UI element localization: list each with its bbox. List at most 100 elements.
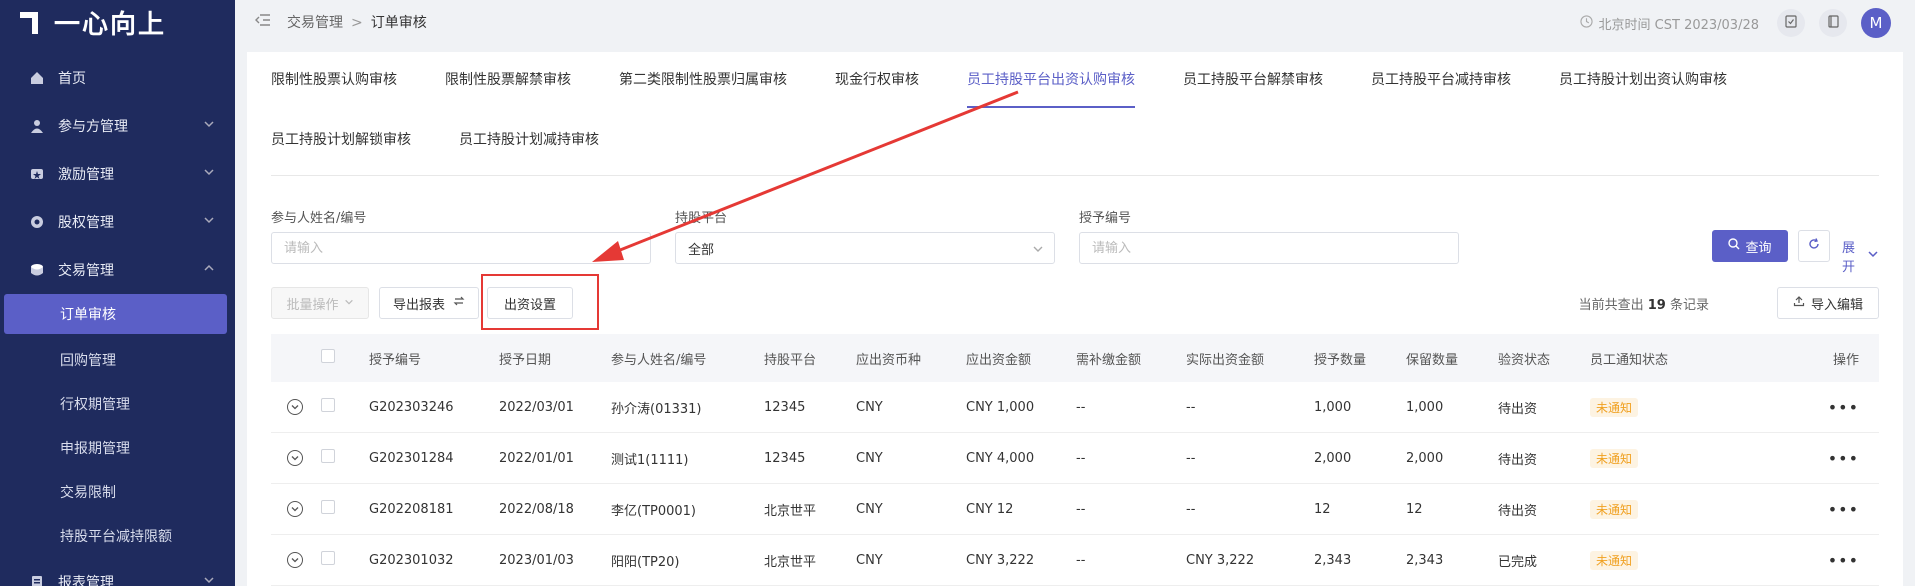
header-cell: 应出资金额	[966, 352, 1032, 368]
cell-currency: CNY	[856, 501, 883, 517]
cell-platform: 北京世平	[764, 503, 817, 519]
row-expand-button[interactable]	[271, 399, 321, 415]
checkbox[interactable]	[321, 398, 335, 412]
cell-reserved: 2,343	[1406, 552, 1444, 568]
cell-grant-no: G202301284	[369, 450, 454, 466]
participant-input[interactable]	[271, 232, 651, 264]
cell-name: 李亿(TP0001)	[611, 503, 697, 519]
checkbox[interactable]	[321, 551, 335, 565]
sidebar-item-participants[interactable]: 参与方管理	[0, 102, 235, 150]
row-expand-button[interactable]	[271, 552, 321, 568]
tab-restricted-subscribe[interactable]: 限制性股票认购审核	[271, 52, 397, 108]
tab-class2-vesting[interactable]: 第二类限制性股票归属审核	[619, 52, 787, 108]
cell-amount: CNY 1,000	[966, 399, 1035, 415]
import-edit-button[interactable]: 导入编辑	[1777, 287, 1879, 319]
sidebar-nav: 首页 参与方管理 激励管理 股权管理 交易管理 订单审核 回购管理 行权期管理 …	[0, 54, 235, 586]
header-cell: 参与人姓名/编号	[611, 352, 707, 368]
more-icon[interactable]: •••	[1828, 398, 1859, 417]
upload-icon	[1793, 295, 1805, 311]
sidebar-subitem-exercise-period[interactable]: 行权期管理	[0, 382, 235, 426]
row-select[interactable]	[321, 449, 369, 467]
more-icon[interactable]: •••	[1828, 551, 1859, 570]
scrollbar-track[interactable]	[1903, 52, 1915, 586]
more-icon[interactable]: •••	[1828, 500, 1859, 519]
cell-qty: 2,000	[1314, 450, 1352, 466]
cell-notice: 未通知	[1590, 550, 1740, 570]
sidebar-item-equity[interactable]: 股权管理	[0, 198, 235, 246]
checkbox[interactable]	[321, 349, 335, 363]
avatar[interactable]: M	[1861, 8, 1891, 38]
header-select-all[interactable]	[321, 349, 369, 367]
sidebar-item-reports[interactable]: 报表管理	[0, 558, 235, 586]
export-button[interactable]: 导出报表	[379, 287, 479, 319]
search-icon	[1728, 238, 1740, 254]
home-icon	[28, 69, 46, 87]
logo: 一心向上	[0, 0, 235, 44]
sidebar-item-trade[interactable]: 交易管理	[0, 246, 235, 294]
users-icon	[28, 117, 46, 135]
cell-name: 阳阳(TP20)	[611, 554, 680, 570]
tab-restricted-unlock[interactable]: 限制性股票解禁审核	[445, 52, 571, 108]
topbar-right: 北京时间 CST 2023/03/28 M	[1579, 8, 1891, 38]
row-expand-button[interactable]	[271, 450, 321, 466]
platform-select[interactable]: 全部	[675, 232, 1055, 264]
sidebar-subitem-order-review[interactable]: 订单审核	[4, 294, 227, 334]
sidebar-subitem-buyback[interactable]: 回购管理	[0, 338, 235, 382]
table-row: G202303246 2022/03/01 孙介涛(01331) 12345 C…	[271, 382, 1879, 433]
cell-amount: CNY 4,000	[966, 450, 1035, 466]
cell-supplement: --	[1076, 450, 1086, 466]
sidebar-subitem-declaration-period[interactable]: 申报期管理	[0, 426, 235, 470]
sidebar-item-label: 首页	[58, 71, 86, 87]
menu-fold-icon[interactable]	[255, 13, 271, 31]
sidebar-item-incentives[interactable]: 激励管理	[0, 150, 235, 198]
expand-toggle[interactable]: 展开	[1842, 237, 1879, 275]
sidebar-subitem-platform-limit[interactable]: 持股平台减持限额	[0, 514, 235, 558]
chevron-down-icon	[1867, 248, 1879, 264]
cell-notice: 未通知	[1590, 448, 1740, 468]
task-button[interactable]	[1777, 9, 1805, 37]
record-suffix: 条记录	[1669, 298, 1709, 313]
topbar: 交易管理 > 订单审核 北京时间 CST 2023/03/28 M	[235, 0, 1915, 44]
filter-grant-no: 授予编号	[1079, 207, 1459, 264]
more-icon[interactable]: •••	[1828, 449, 1859, 468]
table-row: G202301284 2022/01/01 测试1(1111) 12345 CN…	[271, 433, 1879, 484]
logo-text: 一心向上	[54, 9, 167, 40]
row-select[interactable]	[321, 500, 369, 518]
checkbox[interactable]	[321, 449, 335, 463]
cell-actual: --	[1186, 450, 1196, 466]
breadcrumb-item[interactable]: 交易管理	[287, 15, 343, 31]
row-select[interactable]	[321, 551, 369, 569]
sidebar-item-home[interactable]: 首页	[0, 54, 235, 102]
tab-cash-exercise[interactable]: 现金行权审核	[835, 52, 919, 108]
tab-plan-unlock[interactable]: 员工持股计划解锁审核	[271, 112, 411, 168]
cell-qty: 2,343	[1314, 552, 1352, 568]
header-cell: 保留数量	[1406, 352, 1459, 368]
batch-button[interactable]: 批量操作	[271, 287, 369, 319]
row-expand-button[interactable]	[271, 501, 321, 517]
import-label: 导入编辑	[1810, 297, 1863, 313]
notebook-button[interactable]	[1819, 9, 1847, 37]
sidebar-item-label: 股权管理	[58, 215, 114, 231]
filter-platform: 持股平台 全部	[675, 207, 1055, 264]
cell-date: 2022/03/01	[499, 399, 574, 415]
chevron-down-icon	[203, 118, 215, 134]
reset-button[interactable]	[1798, 230, 1830, 262]
tab-plan-funding[interactable]: 员工持股计划出资认购审核	[1559, 52, 1727, 108]
row-select[interactable]	[321, 398, 369, 416]
status-badge: 未通知	[1590, 550, 1639, 570]
tab-platform-reduction[interactable]: 员工持股平台减持审核	[1371, 52, 1511, 108]
tab-platform-unlock[interactable]: 员工持股平台解禁审核	[1183, 52, 1323, 108]
checkbox[interactable]	[321, 500, 335, 514]
query-label: 查询	[1745, 240, 1772, 256]
cell-reserved: 1,000	[1406, 399, 1444, 415]
tab-platform-funding[interactable]: 员工持股平台出资认购审核	[967, 52, 1135, 108]
refresh-icon	[1807, 237, 1821, 255]
cell-date: 2022/08/18	[499, 501, 574, 517]
query-button[interactable]: 查询	[1712, 230, 1788, 262]
header-cell: 授予数量	[1314, 352, 1367, 368]
select-value: 全部	[688, 242, 715, 258]
tab-plan-reduction[interactable]: 员工持股计划减持审核	[459, 112, 599, 168]
sidebar-subitem-trade-limits[interactable]: 交易限制	[0, 470, 235, 514]
cell-amount: CNY 12	[966, 501, 1014, 517]
grant-no-input[interactable]	[1079, 232, 1459, 264]
